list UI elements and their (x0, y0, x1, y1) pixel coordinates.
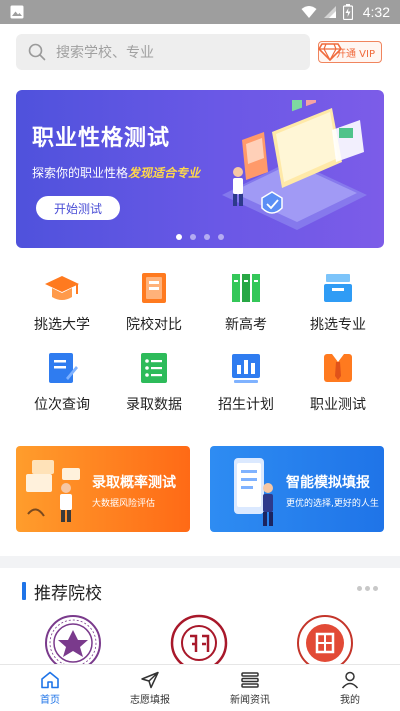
admission-probability-card[interactable]: 录取概率测试 大数据风险评估 (16, 446, 190, 532)
edit-doc-icon (49, 353, 78, 383)
diamond-icon (318, 43, 342, 61)
send-icon (141, 671, 159, 688)
banner-subtitle-prefix: 探索你的职业性格 (32, 166, 129, 180)
status-time: 4:32 (362, 4, 390, 20)
search-input[interactable]: 搜索学校、专业 (16, 34, 310, 70)
banner-title: 职业性格测试 (32, 126, 171, 151)
signal-icon (323, 6, 336, 18)
search-placeholder: 搜索学校、专业 (56, 45, 154, 61)
grid-label: 位次查询 (34, 397, 90, 413)
inbox-tray-icon (324, 274, 352, 302)
nav-item-home[interactable]: 首页 (0, 665, 100, 711)
grid-item-rank-query[interactable]: 位次查询 (16, 350, 108, 416)
grid-label: 职业测试 (310, 397, 366, 413)
banner-illustration (222, 100, 367, 230)
grid-label: 挑选大学 (34, 317, 90, 333)
grid-label: 录取数据 (126, 397, 182, 413)
home-icon (41, 671, 59, 688)
banner-subtitle: 探索你的职业性格发现适合专业 (32, 164, 200, 181)
status-icons: 4:32 (301, 0, 390, 24)
list-doc-icon (141, 353, 167, 383)
grid-item-enrollment-plan[interactable]: 招生计划 (200, 350, 292, 416)
status-bar: 4:32 (0, 0, 400, 24)
books-icon (232, 274, 260, 302)
smart-simulation-card[interactable]: 智能模拟填报 更优的选择,更好的人生 (210, 446, 384, 532)
nav-item-volunteer[interactable]: 志愿填报 (100, 665, 200, 711)
pagination-dot[interactable] (190, 234, 196, 240)
banner-subtitle-highlight: 发现适合专业 (128, 166, 201, 180)
feature-grid: 挑选大学 院校对比 新高考 挑选专业 位次查询 录取数据 招生计划 职业测试 (16, 270, 384, 416)
grid-item-choose-major[interactable]: 挑选专业 (292, 270, 384, 336)
section-title: 推荐院校 (34, 584, 102, 604)
grid-label: 招生计划 (218, 397, 274, 413)
recommended-schools-section: 推荐院校 (10, 568, 390, 678)
section-accent-bar (22, 582, 26, 600)
promo-title: 智能模拟填报 (286, 475, 370, 491)
nav-item-profile[interactable]: 我的 (300, 665, 400, 711)
nav-label: 新闻资讯 (230, 694, 270, 706)
image-notification-icon (10, 5, 24, 19)
section-divider (0, 556, 400, 568)
grid-label: 新高考 (225, 317, 267, 333)
nav-item-news[interactable]: 新闻资讯 (200, 665, 300, 711)
probability-illustration (26, 460, 80, 522)
profile-icon (341, 671, 359, 688)
compare-doc-icon (142, 273, 166, 303)
wifi-icon (301, 6, 317, 18)
phone-illustration (234, 458, 273, 526)
promo-subtitle: 大数据风险评估 (92, 499, 156, 509)
promo-title: 录取概率测试 (92, 475, 176, 491)
grid-item-choose-university[interactable]: 挑选大学 (16, 270, 108, 336)
grid-item-admission-data[interactable]: 录取数据 (108, 350, 200, 416)
grid-item-school-compare[interactable]: 院校对比 (108, 270, 200, 336)
start-test-button[interactable]: 开始测试 (36, 196, 120, 220)
nav-label: 我的 (340, 694, 360, 706)
pagination-dot[interactable] (204, 234, 210, 240)
more-options-icon[interactable] (357, 586, 378, 591)
nav-label: 首页 (40, 694, 60, 706)
bar-chart-icon (232, 354, 260, 383)
nav-label: 志愿填报 (130, 694, 170, 706)
search-icon (28, 43, 46, 61)
pagination-dot[interactable] (176, 234, 182, 240)
graduation-cap-icon (45, 276, 79, 300)
grid-label: 挑选专业 (310, 317, 366, 333)
battery-icon (342, 4, 353, 20)
bottom-navigation: 首页 志愿填报 新闻资讯 我的 (0, 664, 400, 711)
banner-pagination (16, 234, 384, 240)
grid-label: 院校对比 (126, 317, 182, 333)
pagination-dot[interactable] (218, 234, 224, 240)
promo-subtitle: 更优的选择,更好的人生 (286, 499, 379, 509)
vip-button[interactable]: 开通 VIP (318, 41, 382, 63)
news-icon (241, 671, 259, 688)
grid-item-new-gaokao[interactable]: 新高考 (200, 270, 292, 336)
career-test-banner[interactable]: 职业性格测试 探索你的职业性格发现适合专业 开始测试 (16, 90, 384, 248)
suit-tie-icon (324, 354, 352, 382)
grid-item-career-test[interactable]: 职业测试 (292, 350, 384, 416)
